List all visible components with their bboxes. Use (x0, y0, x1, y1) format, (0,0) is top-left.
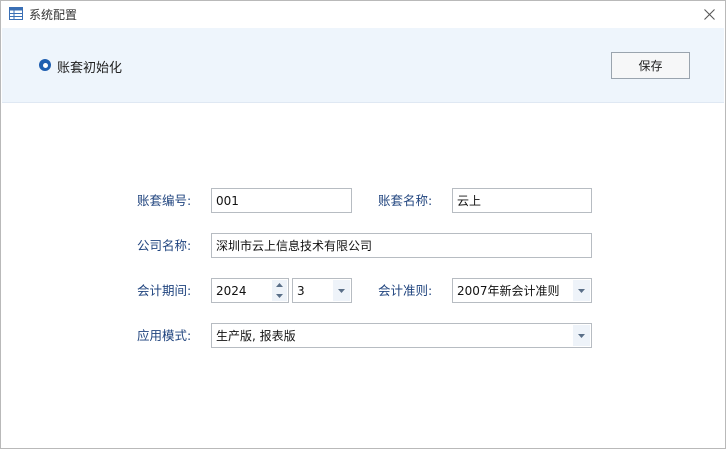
period-label: 会计期间: (137, 283, 192, 298)
standard-dropdown-button[interactable] (573, 280, 590, 301)
chevron-up-icon (276, 283, 283, 287)
period-year-spinner[interactable]: 2024 (211, 278, 289, 303)
account-name-label: 账套名称: (378, 193, 433, 208)
close-icon (703, 8, 715, 20)
table-icon (9, 7, 23, 20)
period-month-value: 3 (297, 283, 305, 298)
mode-select[interactable]: 生产版, 报表版 (211, 323, 592, 348)
title-bar: 系统配置 (1, 1, 725, 27)
month-dropdown-button[interactable] (333, 280, 350, 301)
year-spin-control[interactable] (272, 280, 287, 301)
settings-window: 系统配置 账套初始化 保存 账套编号: 001 账套名称: 云上 公司名称: 深… (0, 0, 726, 449)
standard-value: 2007年新会计准则 (457, 284, 560, 298)
spin-down-button[interactable] (272, 291, 287, 301)
close-button[interactable] (695, 1, 723, 27)
mode-label: 应用模式: (137, 328, 192, 343)
dropdown-arrow-icon (578, 333, 585, 338)
mode-dropdown-button[interactable] (573, 325, 590, 346)
save-button[interactable]: 保存 (611, 52, 690, 79)
account-code-label: 账套编号: (137, 193, 192, 208)
account-code-field[interactable]: 001 (211, 188, 352, 213)
account-name-field[interactable]: 云上 (452, 188, 592, 213)
standard-select[interactable]: 2007年新会计准则 (452, 278, 592, 303)
dropdown-arrow-icon (578, 288, 585, 293)
init-radio-label[interactable]: 账套初始化 (57, 57, 122, 76)
chevron-down-icon (276, 294, 283, 298)
standard-label: 会计准则: (378, 283, 433, 298)
period-year-value: 2024 (216, 283, 247, 298)
dropdown-arrow-icon (338, 288, 345, 293)
mode-value: 生产版, 报表版 (216, 329, 296, 343)
company-name-label: 公司名称: (137, 238, 192, 253)
spin-up-button[interactable] (272, 280, 287, 290)
window-title: 系统配置 (29, 8, 78, 22)
period-month-select[interactable]: 3 (292, 278, 352, 303)
init-radio[interactable] (39, 59, 51, 71)
company-name-field[interactable]: 深圳市云上信息技术有限公司 (211, 233, 592, 258)
